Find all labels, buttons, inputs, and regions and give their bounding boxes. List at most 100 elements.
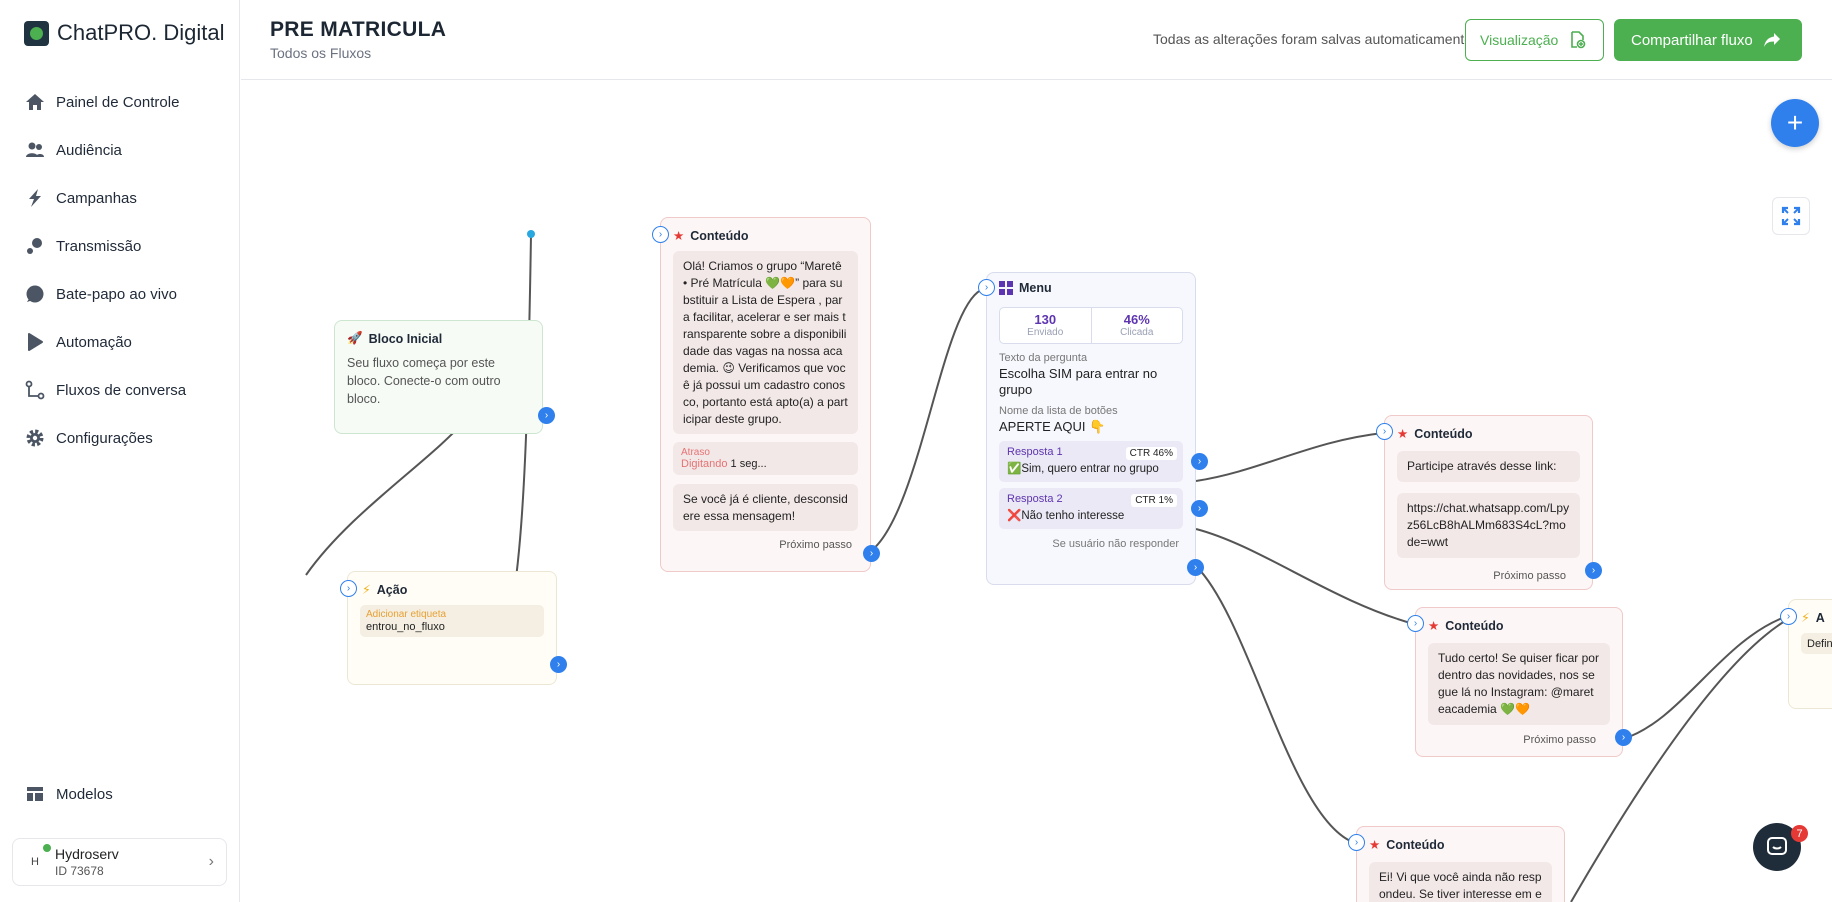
response-value: ✅Sim, quero entrar no grupo	[1007, 462, 1159, 475]
input-port[interactable]: ›	[652, 226, 669, 243]
input-port[interactable]: ›	[978, 279, 995, 296]
no-response-label: Se usuário não responder	[1052, 537, 1179, 550]
input-port[interactable]: ›	[340, 580, 357, 597]
edge-cont1-to-menu	[870, 289, 982, 552]
action-node-partial[interactable]: › ⚡ A Defin	[1780, 599, 1832, 709]
edge-cont3-to-next	[1622, 616, 1786, 740]
next-step-label: Próximo passo	[1523, 734, 1596, 747]
start-block-node[interactable]: 🚀 Bloco Inicial Seu fluxo começa por est…	[334, 320, 555, 434]
response-value: ❌Não tenho interesse	[1007, 509, 1125, 522]
sidebar-nav: Painel de Controle Audiência Campanhas T…	[24, 78, 186, 462]
sidebar-item-painel[interactable]: Painel de Controle	[24, 78, 186, 126]
output-port[interactable]: ›	[1187, 559, 1204, 576]
page-title: PRE MATRICULA	[270, 18, 447, 41]
output-port[interactable]: ›	[550, 656, 567, 673]
input-port[interactable]: ›	[1376, 423, 1393, 440]
share-icon	[1763, 33, 1780, 47]
star-icon: ★	[1369, 838, 1381, 852]
output-port[interactable]: ›	[1585, 562, 1602, 579]
sidebar-item-configuracoes[interactable]: Configurações	[24, 414, 186, 462]
breadcrumb[interactable]: Todos os Fluxos	[270, 45, 371, 61]
share-flow-button[interactable]: Compartilhar fluxo	[1614, 19, 1802, 61]
sidebar-item-label: Campanhas	[56, 189, 137, 207]
message-bubble[interactable]: Se você já é cliente, desconsidere essa …	[673, 484, 858, 531]
sidebar-bottom-nav: Modelos	[24, 770, 113, 818]
sidebar-item-bate-papo[interactable]: Bate-papo ao vivo	[24, 270, 186, 318]
sidebar-item-fluxos[interactable]: Fluxos de conversa	[24, 366, 186, 414]
user-account-card[interactable]: H Hydroserv ID 73678 ›	[12, 838, 227, 886]
input-port[interactable]: ›	[1780, 608, 1797, 625]
delay-duration: 1 seg...	[730, 458, 767, 470]
star-icon: ★	[1428, 619, 1440, 633]
chevron-right-icon: ›	[208, 853, 214, 870]
menu-response-2[interactable]: Resposta 2 CTR 1% ❌Não tenho interesse ›	[999, 487, 1208, 529]
menu-response-1[interactable]: Resposta 1 CTR 46% ✅Sim, quero entrar no…	[999, 440, 1208, 482]
sidebar-item-transmissao[interactable]: Transmissão	[24, 222, 186, 270]
users-icon	[24, 139, 46, 161]
sidebar-item-label: Modelos	[56, 785, 113, 803]
action-node[interactable]: › ⚡ Ação Adicionar etiqueta entrou_no_fl…	[340, 571, 567, 685]
action-value: Defin	[1807, 638, 1832, 650]
next-step-label: Próximo passo	[1493, 570, 1566, 583]
autosave-status: Todas as alterações foram salvas automat…	[1153, 31, 1473, 47]
page-header: PRE MATRICULA Todos os Fluxos Todas as a…	[241, 0, 1832, 80]
output-port[interactable]: ›	[863, 545, 880, 562]
message-bubble[interactable]: https://chat.whatsapp.com/Lpyz56LcB8hALM…	[1397, 493, 1580, 559]
node-title: Menu	[1019, 281, 1052, 295]
stat-sent-value: 130	[1034, 312, 1057, 327]
input-port[interactable]: ›	[1407, 615, 1424, 632]
menu-stats: 130 Enviado 46% Clicada	[999, 307, 1183, 344]
online-status-dot	[43, 844, 51, 852]
button-list-label: Nome da lista de botões	[999, 405, 1118, 418]
typing-delay[interactable]: Atraso Digitando 1 seg...	[673, 442, 858, 475]
sidebar-item-modelos[interactable]: Modelos	[24, 770, 113, 818]
menu-node[interactable]: › Menu 130 Enviado 46% Clicada Texto da …	[978, 272, 1208, 585]
message-bubble[interactable]: Tudo certo! Se quiser ficar por dentro d…	[1428, 643, 1610, 726]
lightning-icon: ⚡	[362, 583, 371, 597]
chat-icon	[1767, 837, 1787, 855]
output-port[interactable]: ›	[1191, 452, 1208, 470]
chat-bubble-icon	[24, 283, 46, 305]
app-logo[interactable]: ChatPRO. Digital	[24, 20, 225, 46]
sidebar-item-label: Automação	[56, 333, 132, 351]
delay-key: Digitando	[681, 458, 728, 470]
action-item[interactable]: Defin	[1801, 633, 1832, 654]
flow-canvas[interactable]: 🚀 Bloco Inicial Seu fluxo começa por est…	[241, 81, 1832, 902]
content-node[interactable]: › ★ Conteúdo Participe através desse lin…	[1376, 415, 1602, 590]
star-icon: ★	[673, 229, 685, 243]
app-name: ChatPRO. Digital	[57, 20, 225, 45]
flow-icon	[24, 379, 46, 401]
content-node[interactable]: › ★ Conteúdo Tudo certo! Se quiser ficar…	[1407, 607, 1632, 757]
stat-sent-label: Enviado	[1027, 327, 1064, 338]
sidebar: ChatPRO. Digital Painel de Controle Audi…	[0, 0, 240, 902]
add-block-button[interactable]: +	[1771, 99, 1819, 147]
output-port[interactable]: ›	[1615, 729, 1632, 746]
content-node[interactable]: › ★ Conteúdo Ei! Vi que você ainda não r…	[1348, 826, 1565, 902]
star-icon: ★	[1397, 427, 1409, 441]
question-value: Escolha SIM para entrar no grupo	[999, 366, 1158, 397]
output-port[interactable]: ›	[538, 407, 555, 424]
broadcast-icon	[24, 235, 46, 257]
fit-view-button[interactable]	[1772, 197, 1810, 235]
gear-icon	[24, 427, 46, 449]
sidebar-item-audiencia[interactable]: Audiência	[24, 126, 186, 174]
message-bubble[interactable]: Olá! Criamos o grupo “Maretê • Pré Matrí…	[673, 251, 858, 434]
edge-resp2-to-cont3	[1195, 528, 1415, 625]
output-port[interactable]: ›	[1191, 499, 1208, 517]
message-bubble[interactable]: Ei! Vi que você ainda não respondeu. Se …	[1369, 862, 1552, 902]
content-node[interactable]: › ★ Conteúdo Olá! Criamos o grupo “Maret…	[652, 217, 880, 572]
stat-sent: 130 Enviado	[1000, 308, 1091, 343]
home-icon	[24, 91, 46, 113]
input-port[interactable]: ›	[1348, 834, 1365, 851]
node-title: Bloco Inicial	[368, 331, 443, 346]
dangling-connector-handle[interactable]	[527, 230, 535, 238]
preview-button-label: Visualização	[1480, 32, 1559, 48]
avatar-initial: H	[31, 856, 39, 868]
sidebar-item-automacao[interactable]: Automação	[24, 318, 186, 366]
edge-resp1-to-cont2	[1195, 432, 1384, 482]
message-bubble[interactable]: Participe através desse link:	[1397, 451, 1580, 483]
sidebar-item-campanhas[interactable]: Campanhas	[24, 174, 186, 222]
action-item[interactable]: Adicionar etiqueta entrou_no_fluxo	[360, 605, 544, 637]
delay-value: Digitando 1 seg...	[681, 458, 850, 470]
preview-button[interactable]: Visualização	[1465, 19, 1604, 61]
